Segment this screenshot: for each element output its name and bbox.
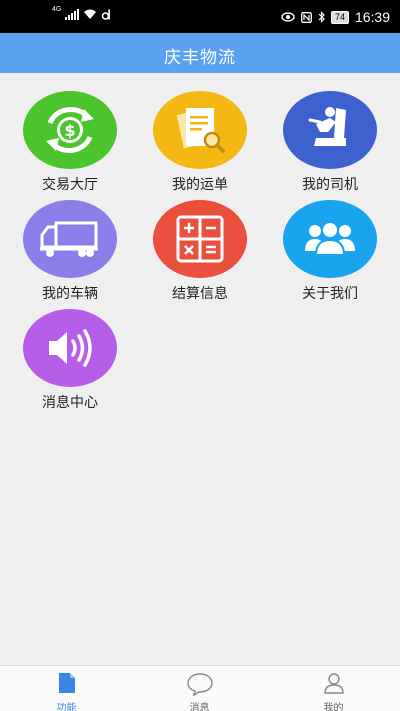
person-icon <box>323 673 344 694</box>
nfc-icon <box>300 11 312 23</box>
status-bar: 4G 74 16:39 <box>0 0 400 33</box>
menu-item-message-center[interactable]: 消息中心 <box>5 309 135 414</box>
driver-seat-icon <box>283 91 377 169</box>
tab-label: 我的 <box>323 703 344 711</box>
tab-functions[interactable]: 功能 <box>0 666 133 711</box>
eye-icon <box>281 12 295 22</box>
chat-bubble-icon <box>186 673 213 696</box>
page-title: 庆丰物流 <box>164 48 236 68</box>
calculator-icon <box>153 200 247 278</box>
network-type: 4G <box>52 6 62 13</box>
money-exchange-icon: $ <box>23 91 117 169</box>
group-icon <box>283 200 377 278</box>
tab-label: 消息 <box>189 703 210 711</box>
clock: 16:39 <box>354 9 390 25</box>
document-icon <box>58 673 75 693</box>
bottom-tab-bar: 功能 消息 我的 <box>0 665 400 711</box>
menu-item-label: 消息中心 <box>42 395 98 411</box>
tab-mine[interactable]: 我的 <box>267 666 400 711</box>
menu-item-my-vehicles[interactable]: 我的车辆 <box>5 200 135 305</box>
menu-item-trading-hall[interactable]: $ 交易大厅 <box>5 91 135 196</box>
notification-icon <box>102 9 111 20</box>
documents-icon <box>153 91 247 169</box>
menu-item-label: 我的司机 <box>302 177 358 193</box>
tab-label: 功能 <box>56 703 77 711</box>
title-bar: 庆丰物流 <box>0 33 400 73</box>
speaker-icon <box>23 309 117 387</box>
menu-item-my-drivers[interactable]: 我的司机 <box>265 91 395 196</box>
bluetooth-icon <box>318 11 325 23</box>
menu-item-label: 我的车辆 <box>42 286 98 302</box>
menu-item-label: 关于我们 <box>302 286 358 302</box>
truck-icon <box>23 200 117 278</box>
menu-item-label: 我的运单 <box>172 177 228 193</box>
menu-item-settlement-info[interactable]: 结算信息 <box>135 200 265 305</box>
signal-icon <box>65 9 80 20</box>
tab-messages[interactable]: 消息 <box>133 666 266 711</box>
battery-indicator: 74 <box>330 10 349 24</box>
svg-text:$: $ <box>64 121 75 140</box>
menu-item-about-us[interactable]: 关于我们 <box>265 200 395 305</box>
menu-item-label: 交易大厅 <box>42 177 98 193</box>
wifi-icon <box>84 9 97 19</box>
menu-item-label: 结算信息 <box>172 286 228 302</box>
menu-item-my-waybills[interactable]: 我的运单 <box>135 91 265 196</box>
